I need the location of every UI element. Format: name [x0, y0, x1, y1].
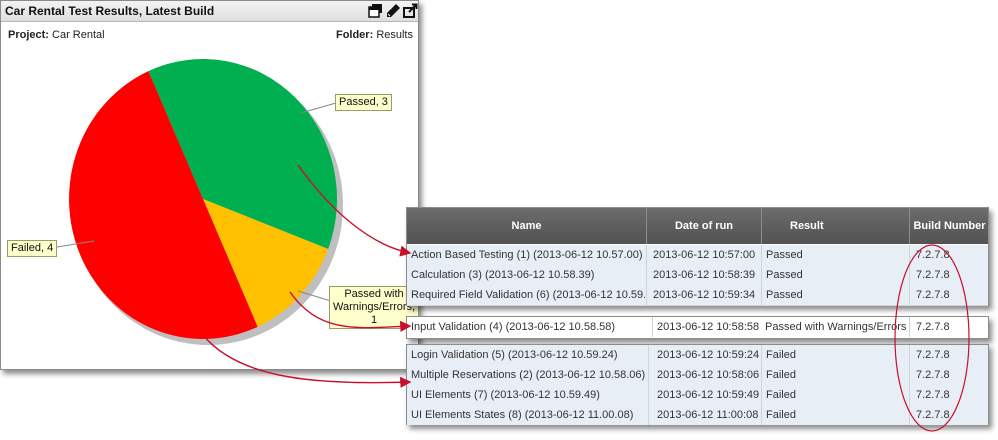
table-row[interactable]: Calculation (3) (2013-06-12 10.58.39) 20…: [407, 265, 988, 286]
cell-build: 7.2.7.8: [909, 405, 994, 425]
cell-name: UI Elements (7) (2013-06-12 10.59.49): [411, 389, 600, 401]
table-row[interactable]: UI Elements States (8) (2013-06-12 11.00…: [407, 405, 988, 425]
cell-build: 7.2.7.8: [909, 285, 994, 305]
cell-build: 7.2.7.8: [909, 365, 994, 385]
column-header-date[interactable]: Date of run: [647, 208, 762, 244]
cell-result: Passed: [761, 245, 913, 265]
cell-date: 2013-06-12 10:57:00: [646, 245, 768, 265]
cell-name: Login Validation (5) (2013-06-12 10.59.2…: [411, 349, 618, 361]
table-row[interactable]: Action Based Testing (1) (2013-06-12 10.…: [407, 245, 988, 266]
chart-widget: Car Rental Test Results, Latest Build Pr…: [0, 0, 419, 370]
column-header-result[interactable]: Result: [762, 208, 910, 244]
cell-build: 7.2.7.8: [909, 265, 994, 285]
cell-date: 2013-06-12 10:59:49: [648, 385, 770, 405]
cell-name: UI Elements States (8) (2013-06-12 11.00…: [411, 409, 634, 421]
cell-result: Failed: [761, 405, 913, 425]
callout-failed: Failed, 4: [7, 240, 58, 257]
results-table-failed: Login Validation (5) (2013-06-12 10.59.2…: [406, 344, 989, 425]
results-table-passed: Name Date of run Result Build Number Act…: [406, 207, 989, 306]
callout-warnings-line2: Warnings/Errors,: [333, 301, 416, 313]
cell-date: 2013-06-12 10:58:06: [648, 365, 770, 385]
cell-result: Failed: [761, 385, 913, 405]
cell-result: Passed with Warnings/Errors: [765, 321, 907, 333]
cell-name: Multiple Reservations (2) (2013-06-12 10…: [411, 369, 645, 381]
cell-date: 2013-06-12 10:59:34: [646, 285, 768, 305]
table-row[interactable]: Multiple Reservations (2) (2013-06-12 10…: [407, 365, 988, 386]
table-row[interactable]: Required Field Validation (6) (2013-06-1…: [407, 285, 988, 306]
column-header-name[interactable]: Name: [407, 208, 647, 244]
cell-date: 2013-06-12 10:58:58: [652, 317, 766, 337]
cell-result: Failed: [761, 365, 913, 385]
table-row[interactable]: Input Validation (4) (2013-06-12 10.58.5…: [407, 317, 988, 337]
callout-passed: Passed, 3: [335, 94, 392, 111]
cell-build: 7.2.7.8: [909, 385, 994, 405]
callout-warnings-line1: Passed with: [344, 288, 404, 300]
cell-build: 7.2.7.8: [909, 345, 994, 365]
cell-name: Action Based Testing (1) (2013-06-12 10.…: [411, 249, 643, 261]
cell-name: Required Field Validation (6) (2013-06-1…: [411, 289, 645, 301]
cell-build: 7.2.7.8: [909, 317, 994, 337]
results-table-warnings: Input Validation (4) (2013-06-12 10.58.5…: [406, 316, 989, 339]
cell-build: 7.2.7.8: [909, 245, 994, 265]
cell-date: 2013-06-12 11:00:08: [648, 405, 770, 425]
table-header: Name Date of run Result Build Number: [407, 208, 988, 244]
cell-date: 2013-06-12 10:59:24: [648, 345, 770, 365]
cell-name: Calculation (3) (2013-06-12 10.58.39): [411, 269, 595, 281]
cell-name: Input Validation (4) (2013-06-12 10.58.5…: [411, 321, 616, 333]
cell-result: Failed: [761, 345, 913, 365]
cell-result: Passed: [761, 265, 913, 285]
column-header-build[interactable]: Build Number: [911, 208, 988, 244]
cell-date: 2013-06-12 10:58:39: [646, 265, 768, 285]
table-row[interactable]: Login Validation (5) (2013-06-12 10.59.2…: [407, 345, 988, 366]
cell-result: Passed: [761, 285, 913, 305]
table-row[interactable]: UI Elements (7) (2013-06-12 10.59.49) 20…: [407, 385, 988, 406]
callout-warnings-line3: 1: [370, 314, 378, 326]
